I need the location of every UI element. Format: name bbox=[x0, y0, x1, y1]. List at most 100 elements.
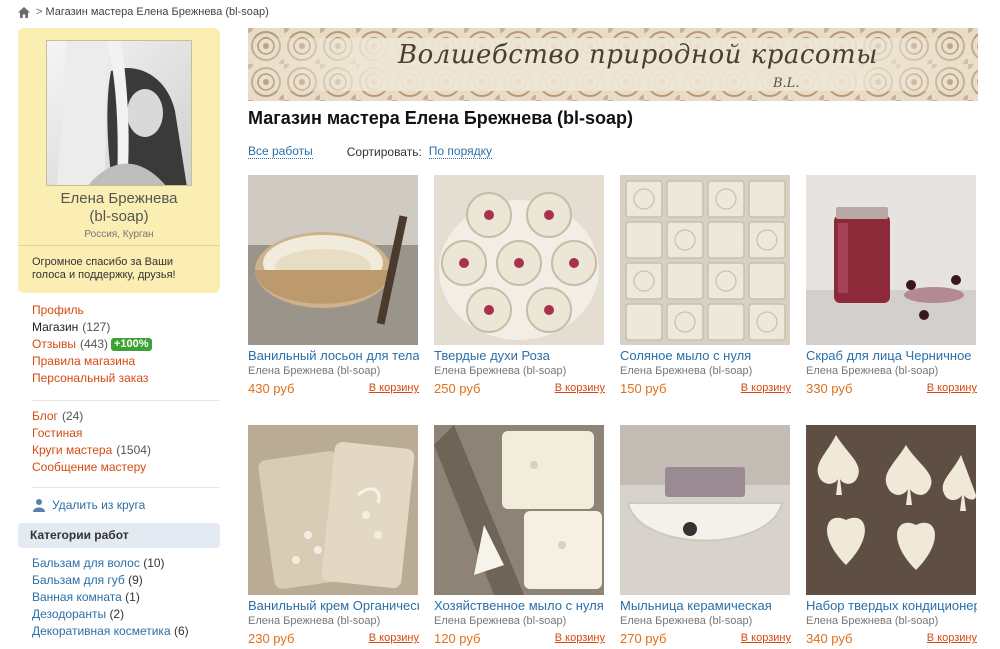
category-count: (6) bbox=[173, 624, 189, 638]
menu-item-reviews[interactable]: Отзывы (443) +100% bbox=[32, 336, 212, 353]
category-link[interactable]: Ванная комната bbox=[32, 590, 122, 604]
category-link[interactable]: Бальзам для волос bbox=[32, 556, 140, 570]
menu-count: (443) bbox=[79, 337, 108, 351]
menu-item-circles[interactable]: Круги мастера (1504) bbox=[32, 442, 212, 459]
product-image[interactable] bbox=[248, 175, 418, 345]
categories-list: Бальзам для волос (10) Бальзам для губ (… bbox=[32, 555, 222, 640]
profile-name[interactable]: Елена Брежнева bbox=[18, 190, 220, 208]
add-to-cart-link[interactable]: В корзину bbox=[741, 632, 791, 644]
product-image[interactable] bbox=[434, 425, 604, 595]
product-image[interactable] bbox=[620, 425, 790, 595]
menu-item-blog[interactable]: Блог (24) bbox=[32, 408, 212, 425]
product-card[interactable]: Ванильный лосьон для тела Елена Брежнева… bbox=[248, 175, 419, 397]
category-count: (1) bbox=[125, 590, 140, 604]
menu-item-personal-order[interactable]: Персональный заказ bbox=[32, 370, 212, 387]
shop-banner: Волшебство природной красоты B.L. bbox=[248, 28, 978, 101]
sidebar: Елена Брежнева (bl-soap) Россия, Курган … bbox=[18, 28, 220, 638]
menu-item-lounge[interactable]: Гостиная bbox=[32, 425, 212, 442]
breadcrumb: > Магазин мастера Елена Брежнева (bl-soa… bbox=[18, 5, 269, 19]
menu-link[interactable]: Персональный заказ bbox=[32, 370, 148, 387]
category-item[interactable]: Дезодоранты (2) bbox=[32, 606, 222, 623]
menu-item-shop[interactable]: Магазин (127) bbox=[32, 319, 212, 336]
product-price: 430 руб bbox=[248, 380, 295, 396]
category-count: (9) bbox=[128, 573, 143, 587]
menu-link[interactable]: Блог bbox=[32, 408, 58, 425]
product-title[interactable]: Твердые духи Роза bbox=[434, 347, 605, 364]
menu-link[interactable]: Отзывы bbox=[32, 336, 76, 353]
add-to-cart-link[interactable]: В корзину bbox=[741, 382, 791, 394]
menu-link[interactable]: Профиль bbox=[32, 302, 84, 319]
banner-signature: B.L. bbox=[773, 76, 800, 91]
category-item[interactable]: Декоративная косметика (6) bbox=[32, 623, 222, 640]
remove-from-circle-button[interactable]: Удалить из круга bbox=[32, 496, 145, 513]
menu-link[interactable]: Сообщение мастеру bbox=[32, 459, 146, 476]
product-seller: Елена Брежнева (bl-soap) bbox=[806, 365, 939, 377]
categories-header: Категории работ bbox=[18, 523, 220, 548]
banner-slogan: Волшебство природной красоты bbox=[398, 40, 878, 70]
rating-badge: +100% bbox=[110, 338, 152, 351]
product-title[interactable]: Мыльница керамическая bbox=[620, 597, 791, 614]
product-image[interactable] bbox=[620, 175, 790, 345]
product-title[interactable]: Скраб для лица Черничное bbox=[806, 347, 977, 364]
profile-location: Россия, Курган bbox=[84, 229, 154, 240]
all-works-link[interactable]: Все работы bbox=[248, 144, 313, 159]
category-item[interactable]: Ванная комната (1) bbox=[32, 589, 222, 606]
add-to-cart-link[interactable]: В корзину bbox=[369, 382, 419, 394]
sort-dropdown[interactable]: По порядку bbox=[428, 144, 493, 159]
product-seller: Елена Брежнева (bl-soap) bbox=[620, 615, 753, 627]
product-title[interactable]: Хозяйственное мыло с нуля bbox=[434, 597, 605, 614]
product-image[interactable] bbox=[806, 175, 976, 345]
product-title[interactable]: Ванильный лосьон для тела bbox=[248, 347, 419, 364]
product-card[interactable]: Твердые духи Роза Елена Брежнева (bl-soa… bbox=[434, 175, 605, 397]
profile-menu: Профиль Магазин (127) Отзывы (443) +100% Пр… bbox=[32, 302, 212, 387]
product-price: 250 руб bbox=[434, 380, 481, 396]
category-link[interactable]: Декоративная косметика bbox=[32, 624, 171, 638]
menu-link[interactable]: Круги мастера bbox=[32, 442, 112, 459]
breadcrumb-separator: > bbox=[36, 6, 43, 18]
product-seller: Елена Брежнева (bl-soap) bbox=[434, 615, 567, 627]
add-to-cart-link[interactable]: В корзину bbox=[927, 382, 977, 394]
product-price: 120 руб bbox=[434, 630, 481, 646]
product-title[interactable]: Ванильный крем Органический bbox=[248, 597, 419, 614]
menu-link: Магазин bbox=[32, 320, 79, 334]
product-image[interactable] bbox=[434, 175, 604, 345]
category-item[interactable]: Бальзам для губ (9) bbox=[32, 572, 222, 589]
home-icon[interactable] bbox=[18, 6, 30, 18]
product-card[interactable]: Скраб для лица Черничное Елена Брежнева … bbox=[806, 175, 977, 397]
menu-link[interactable]: Гостиная bbox=[32, 425, 82, 442]
category-link[interactable]: Дезодоранты bbox=[32, 607, 106, 621]
category-count: (2) bbox=[109, 607, 125, 621]
add-to-cart-link[interactable]: В корзину bbox=[927, 632, 977, 644]
product-title[interactable]: Соляное мыло с нуля bbox=[620, 347, 791, 364]
product-card[interactable]: Мыльница керамическая Елена Брежнева (bl… bbox=[620, 425, 791, 647]
breadcrumb-current: Магазин мастера Елена Брежнева (bl-soap) bbox=[45, 6, 269, 18]
menu-item-rules[interactable]: Правила магазина bbox=[32, 353, 212, 370]
product-card[interactable]: Соляное мыло с нуля Елена Брежнева (bl-s… bbox=[620, 175, 791, 397]
menu-item-profile[interactable]: Профиль bbox=[32, 302, 212, 319]
add-to-cart-link[interactable]: В корзину bbox=[555, 632, 605, 644]
profile-nick[interactable]: (bl-soap) bbox=[18, 208, 220, 226]
product-image[interactable] bbox=[806, 425, 976, 595]
product-seller: Елена Брежнева (bl-soap) bbox=[434, 365, 567, 377]
sort-toolbar: Все работы Сортировать: По порядку bbox=[248, 144, 493, 159]
product-seller: Елена Брежнева (bl-soap) bbox=[806, 615, 939, 627]
product-title[interactable]: Набор твердых кондиционеров bbox=[806, 597, 977, 614]
product-price: 340 руб bbox=[806, 630, 853, 646]
menu-item-message[interactable]: Сообщение мастеру bbox=[32, 459, 212, 476]
add-to-cart-link[interactable]: В корзину bbox=[555, 382, 605, 394]
add-to-cart-link[interactable]: В корзину bbox=[369, 632, 419, 644]
avatar[interactable] bbox=[46, 40, 192, 186]
user-icon bbox=[33, 498, 45, 512]
product-price: 230 руб bbox=[248, 630, 295, 646]
product-card[interactable]: Набор твердых кондиционеров Елена Брежне… bbox=[806, 425, 977, 647]
product-image[interactable] bbox=[248, 425, 418, 595]
remove-from-circle-link[interactable]: Удалить из круга bbox=[52, 498, 145, 512]
category-link[interactable]: Бальзам для губ bbox=[32, 573, 125, 587]
social-menu: Блог (24) Гостиная Круги мастера (1504) Со… bbox=[32, 408, 212, 476]
menu-link[interactable]: Правила магазина bbox=[32, 353, 135, 370]
category-item[interactable]: Бальзам для волос (10) bbox=[32, 555, 222, 572]
product-card[interactable]: Ванильный крем Органический Елена Брежне… bbox=[248, 425, 419, 647]
product-card[interactable]: Хозяйственное мыло с нуля Елена Брежнева… bbox=[434, 425, 605, 647]
product-price: 150 руб bbox=[620, 380, 667, 396]
sort-label: Сортировать: bbox=[346, 144, 422, 159]
